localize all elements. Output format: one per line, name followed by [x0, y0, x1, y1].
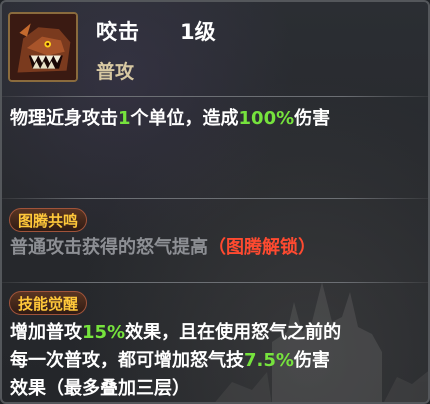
beast-bite-icon — [10, 14, 76, 80]
desc-target-count: 1 — [118, 108, 131, 129]
awaken-line2-suffix: 伤害 — [293, 350, 330, 371]
skill-description: 物理近身攻击1个单位，造成100%伤害 — [10, 105, 420, 133]
skill-name: 咬击 — [96, 20, 140, 44]
skill-tooltip-panel: 咬击 1级 普攻 物理近身攻击1个单位，造成100%伤害 图腾共鸣 普通攻击获得… — [0, 0, 430, 404]
awaken-attack-bonus: 15% — [82, 322, 126, 343]
totem-resonance-badge: 图腾共鸣 — [9, 208, 88, 232]
awaken-line-3: 效果（最多叠加三层） — [10, 378, 190, 399]
skill-awaken-badge: 技能觉醒 — [9, 291, 88, 315]
skill-icon — [8, 12, 78, 82]
totem-effect-text: 普通攻击获得的怒气提高 — [10, 237, 208, 258]
header-divider — [2, 96, 428, 97]
skill-level: 1级 — [180, 20, 216, 44]
awaken-rage-bonus: 7.5% — [244, 350, 294, 371]
desc-text-2: 个单位，造成 — [130, 108, 239, 129]
awaken-line1-prefix: 增加普攻 — [10, 322, 82, 343]
skill-awaken-text: 增加普攻15%效果，且在使用怒气之前的 每一次普攻，都可增加怒气技7.5%伤害 … — [10, 319, 420, 402]
awaken-line-2: 每一次普攻，都可增加怒气技7.5%伤害 — [10, 347, 420, 375]
awaken-line1-suffix: 效果，且在使用怒气之前的 — [125, 322, 342, 343]
desc-damage-percent: 100% — [238, 108, 295, 129]
awaken-line-1: 增加普攻15%效果，且在使用怒气之前的 — [10, 319, 420, 347]
desc-text-3: 伤害 — [294, 108, 331, 129]
section-divider-1 — [2, 198, 428, 199]
awaken-line2-prefix: 每一次普攻，都可增加怒气技 — [10, 350, 244, 371]
desc-text-1: 物理近身攻击 — [10, 108, 118, 129]
skill-type: 普攻 — [96, 61, 135, 83]
section-divider-2 — [2, 282, 428, 283]
totem-resonance-text: 普通攻击获得的怒气提高（图腾解锁） — [10, 234, 420, 262]
totem-unlock-text: （图腾解锁） — [208, 237, 316, 258]
